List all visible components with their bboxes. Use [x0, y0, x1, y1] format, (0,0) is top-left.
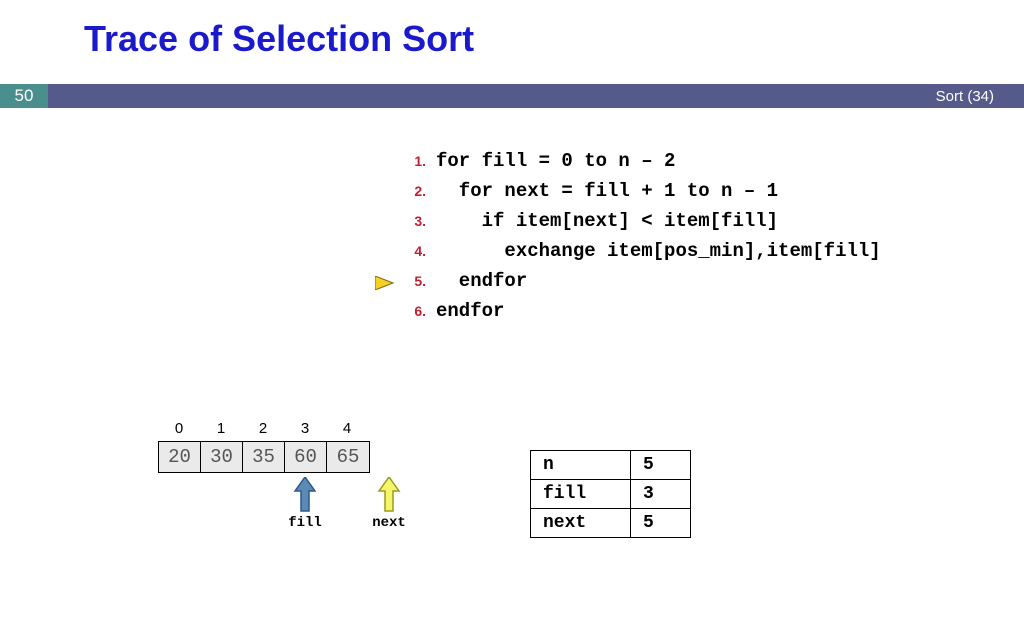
var-value: 5: [631, 509, 691, 538]
code-line: 4. exchange item[pos_min],item[fill]: [398, 240, 881, 270]
code-line-text: endfor: [436, 270, 527, 292]
var-name: n: [531, 451, 631, 480]
code-line-text: exchange item[pos_min],item[fill]: [436, 240, 881, 262]
header-right-label: Sort (34): [936, 88, 1024, 105]
code-line-number: 2.: [398, 183, 426, 199]
array-index: 0: [158, 420, 200, 437]
current-line-pointer-icon: [375, 276, 395, 290]
array-cell: 35: [243, 442, 285, 472]
page-title: Trace of Selection Sort: [84, 18, 474, 60]
array-index: 1: [200, 420, 242, 437]
array-cell: 20: [159, 442, 201, 472]
code-line-number: 5.: [398, 273, 426, 289]
array-index-row: 01234: [158, 420, 370, 437]
code-line-text: for next = fill + 1 to n – 1: [436, 180, 778, 202]
array-cell: 65: [327, 442, 369, 472]
var-name: fill: [531, 480, 631, 509]
array-index: 4: [326, 420, 368, 437]
variables-table: n5fill3next5: [530, 450, 691, 538]
header-bar: 50 Sort (34): [0, 84, 1024, 108]
code-line: 3. if item[next] < item[fill]: [398, 210, 881, 240]
code-line: 2. for next = fill + 1 to n – 1: [398, 180, 881, 210]
code-line-number: 3.: [398, 213, 426, 229]
array-cell: 30: [201, 442, 243, 472]
array-visualization: 01234 2030356065 fillnext: [158, 420, 370, 543]
code-line-number: 6.: [398, 303, 426, 319]
array-pointer-fill: fill: [284, 473, 326, 531]
page-number-badge: 50: [0, 84, 48, 108]
code-line: 6. endfor: [398, 300, 881, 330]
array-pointer-label: fill: [284, 515, 326, 531]
pseudocode-block: 1. for fill = 0 to n – 2 2. for next = fil…: [398, 150, 881, 330]
var-name: next: [531, 509, 631, 538]
table-row: n5: [531, 451, 691, 480]
code-line-number: 4.: [398, 243, 426, 259]
code-line: 5. endfor: [398, 270, 881, 300]
code-line-text: if item[next] < item[fill]: [436, 210, 778, 232]
array-pointer-label: next: [368, 515, 410, 531]
var-value: 3: [631, 480, 691, 509]
arrow-up-icon: [293, 477, 317, 513]
array-pointer-next: next: [368, 473, 410, 531]
arrow-up-icon: [377, 477, 401, 513]
code-line-text: endfor: [436, 300, 504, 322]
array-cell-row: 2030356065: [158, 441, 370, 473]
code-line: 1. for fill = 0 to n – 2: [398, 150, 881, 180]
code-line-number: 1.: [398, 153, 426, 169]
table-row: fill3: [531, 480, 691, 509]
table-row: next5: [531, 509, 691, 538]
array-cell: 60: [285, 442, 327, 472]
array-index: 2: [242, 420, 284, 437]
array-pointer-row: fillnext: [158, 473, 370, 543]
code-line-text: for fill = 0 to n – 2: [436, 150, 675, 172]
array-index: 3: [284, 420, 326, 437]
var-value: 5: [631, 451, 691, 480]
